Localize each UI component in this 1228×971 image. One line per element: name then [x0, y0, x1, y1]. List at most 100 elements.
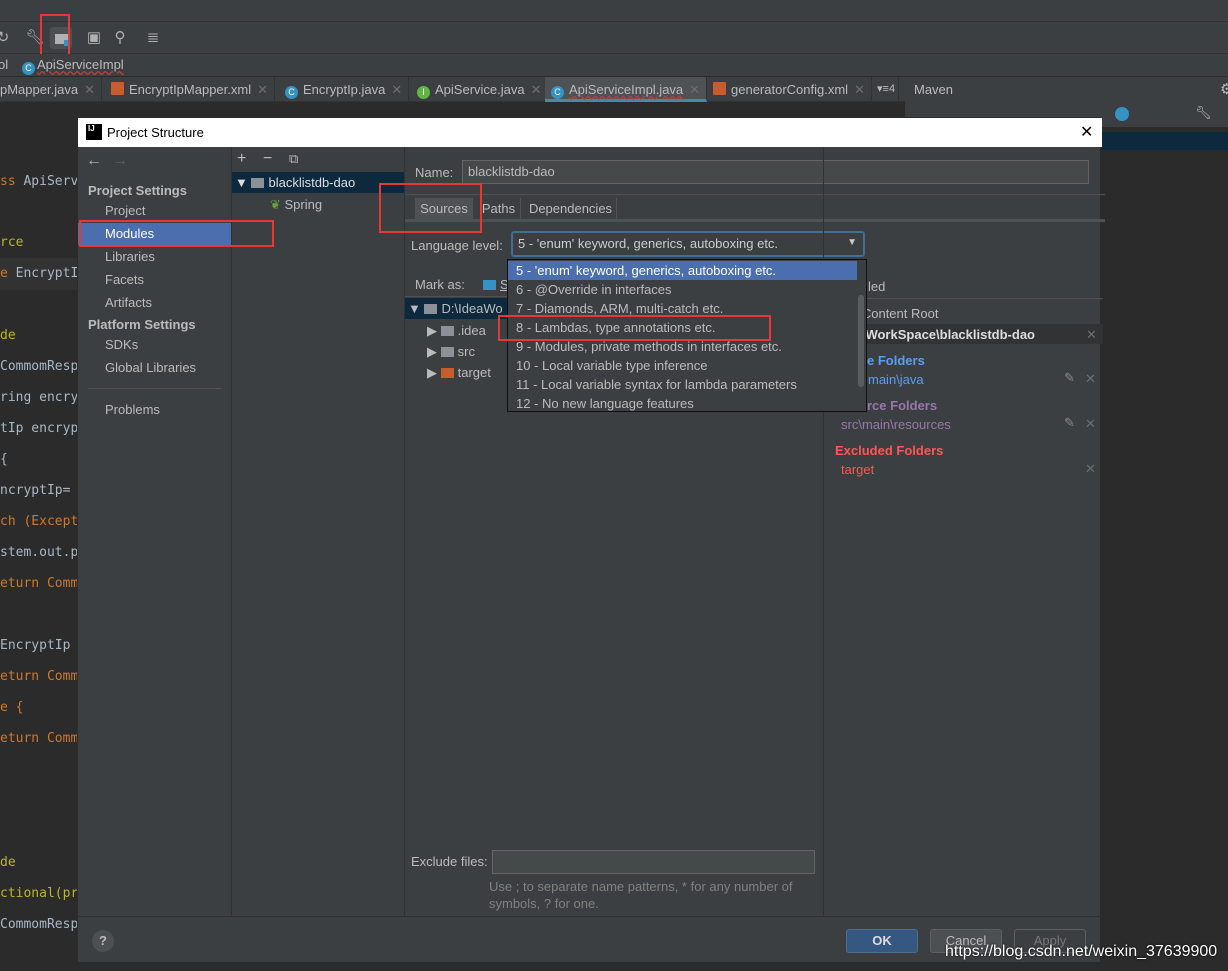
tab-apiserviceimpl[interactable]: C ApiServiceImpl.java ✕ — [545, 77, 708, 102]
language-level-label: Language level: — [411, 238, 503, 253]
code-line: CommomResp — [0, 917, 79, 932]
tab-paths[interactable]: Paths — [477, 198, 521, 220]
language-option[interactable]: 11 - Local variable syntax for lambda pa… — [508, 375, 857, 394]
nav-item-problems[interactable]: Problems — [78, 399, 231, 421]
close-icon[interactable]: ✕ — [1086, 327, 1097, 343]
tab-encryptip[interactable]: C EncryptIp.java ✕ — [279, 77, 410, 102]
code-line: tIp encryp — [0, 421, 79, 436]
language-option[interactable]: 6 - @Override in interfaces — [508, 280, 857, 299]
resource-folder-path: src\main\resources — [841, 417, 951, 432]
excluded-label: led — [868, 279, 886, 294]
close-icon[interactable]: ✕ — [1085, 461, 1096, 477]
highlight-box — [498, 315, 771, 341]
dialog-title-bar: IJ Project Structure ✕ — [78, 118, 1102, 147]
ok-button[interactable]: OK — [846, 929, 918, 953]
code-line: eturn Comm — [0, 731, 79, 746]
toggle-offline-icon[interactable] — [1115, 107, 1129, 121]
nav-item-artifacts[interactable]: Artifacts — [78, 292, 231, 314]
tree-item-idea[interactable]: ▶ .idea — [427, 321, 486, 341]
intellij-logo: IJ — [86, 124, 102, 140]
spring-leaf-icon: ❦ — [270, 197, 285, 212]
edit-icon[interactable]: ✎ — [1064, 415, 1075, 431]
dialog-title: Project Structure — [107, 125, 204, 140]
nav-item-global-libraries[interactable]: Global Libraries — [78, 357, 231, 379]
run-anything-icon[interactable]: ▣ — [83, 27, 105, 49]
copy-icon[interactable]: ⧉ — [289, 151, 298, 167]
exclude-hint: Use ; to separate name patterns, * for a… — [489, 879, 793, 911]
tab-generatorconfig[interactable]: generatorConfig.xml ✕ — [707, 77, 872, 102]
name-label: Name: — [415, 165, 454, 180]
highlight-box — [40, 14, 70, 59]
mark-as-sources-button[interactable]: S — [483, 277, 509, 292]
exclude-files-input[interactable] — [492, 850, 815, 874]
close-icon: ✕ — [391, 82, 403, 97]
close-icon[interactable]: ✕ — [1085, 371, 1096, 387]
exclude-files-label: Exclude files: — [411, 854, 488, 869]
language-option[interactable]: 12 - No new language features — [508, 394, 857, 413]
language-level-select[interactable]: 5 - 'enum' keyword, generics, autoboxing… — [511, 231, 865, 257]
nav-item-project[interactable]: Project — [78, 200, 231, 222]
close-icon: ✕ — [257, 82, 269, 97]
breadcrumb-item[interactable]: ol — [0, 57, 8, 72]
tab-encryptipmapper-xml[interactable]: EncryptIpMapper.xml ✕ — [105, 77, 276, 102]
tab-ipmapper[interactable]: pMapper.java ✕ — [0, 77, 102, 102]
tree-item-src[interactable]: ▶ src — [427, 342, 475, 362]
code-line: { — [0, 452, 8, 467]
xml-icon — [713, 82, 726, 95]
tab-dependencies[interactable]: Dependencies — [525, 198, 617, 220]
redo-icon[interactable]: ↻ — [0, 27, 14, 49]
close-icon: ✕ — [84, 82, 95, 97]
interface-icon: I — [417, 86, 430, 99]
code-line: ss ApiServ — [0, 174, 79, 189]
source-folder-path: main\java — [868, 372, 924, 387]
section-project-settings: Project Settings — [88, 183, 187, 198]
tree-item-target[interactable]: ▶ target — [427, 363, 491, 383]
section-platform-settings: Platform Settings — [88, 317, 196, 332]
close-icon[interactable]: ✕ — [1080, 122, 1093, 142]
wrench-icon[interactable]: 🔧︎ — [1195, 105, 1212, 121]
tree-item-spring[interactable]: ❦ Spring — [270, 195, 322, 215]
gear-icon[interactable]: ⚙ — [1220, 80, 1228, 98]
watermark: https://blog.csdn.net/weixin_37639900 — [945, 943, 1218, 960]
excluded-folder-path: target — [841, 462, 875, 477]
forward-arrow-icon[interactable]: → — [112, 152, 128, 170]
code-line: ring encryp — [0, 390, 87, 405]
database-icon[interactable]: ≣ — [142, 27, 164, 49]
language-option[interactable]: 5 - 'enum' keyword, generics, autoboxing… — [508, 261, 857, 280]
nav-item-libraries[interactable]: Libraries — [78, 246, 231, 268]
close-icon: ✕ — [854, 82, 865, 97]
back-arrow-icon[interactable]: ← — [86, 152, 102, 170]
highlight-box — [79, 220, 274, 247]
scrollbar[interactable] — [858, 295, 864, 387]
edit-icon[interactable]: ✎ — [1064, 370, 1075, 386]
tab-apiservice[interactable]: I ApiService.java ✕ — [411, 77, 549, 102]
search-icon[interactable]: ⚲ — [109, 27, 131, 49]
class-icon: C — [285, 86, 298, 99]
divider — [88, 388, 222, 389]
close-icon[interactable]: ✕ — [1085, 416, 1096, 432]
code-line: stem.out.p — [0, 545, 79, 560]
nav-item-facets[interactable]: Facets — [78, 269, 231, 291]
language-option[interactable]: 10 - Local variable type inference — [508, 356, 857, 375]
class-icon: C — [551, 86, 564, 99]
maven-title: Maven — [914, 82, 954, 97]
code-editor: ss ApiServ rce e EncryptIp de CommomResp ring… — [0, 140, 86, 940]
add-icon[interactable]: + — [237, 150, 246, 168]
class-icon: C — [22, 62, 35, 75]
maven-selected-row — [1101, 132, 1228, 150]
help-button[interactable]: ? — [92, 930, 114, 952]
code-line: ch (Except — [0, 514, 79, 529]
content-root-path: eaWorkSpace\blacklistdb-dao — [851, 327, 1035, 342]
nav-item-sdks[interactable]: SDKs — [78, 334, 231, 356]
breadcrumb-item[interactable]: ApiServiceImpl — [37, 57, 124, 72]
code-line: e EncryptIp — [0, 266, 87, 281]
tab-overflow-button[interactable]: ▾≡4 — [874, 77, 900, 102]
main-toolbar: ↻ 🔧︎ ▣ ⚲ ≣ — [0, 22, 1228, 54]
remove-icon[interactable]: − — [263, 150, 272, 168]
code-line: eturn Comm — [0, 576, 79, 591]
code-line: rce — [0, 235, 24, 250]
code-line: EncryptIp — [0, 638, 71, 653]
code-line: CommomResp — [0, 359, 79, 374]
highlight-box — [379, 183, 482, 233]
code-line: ncryptIp= — [0, 483, 71, 498]
